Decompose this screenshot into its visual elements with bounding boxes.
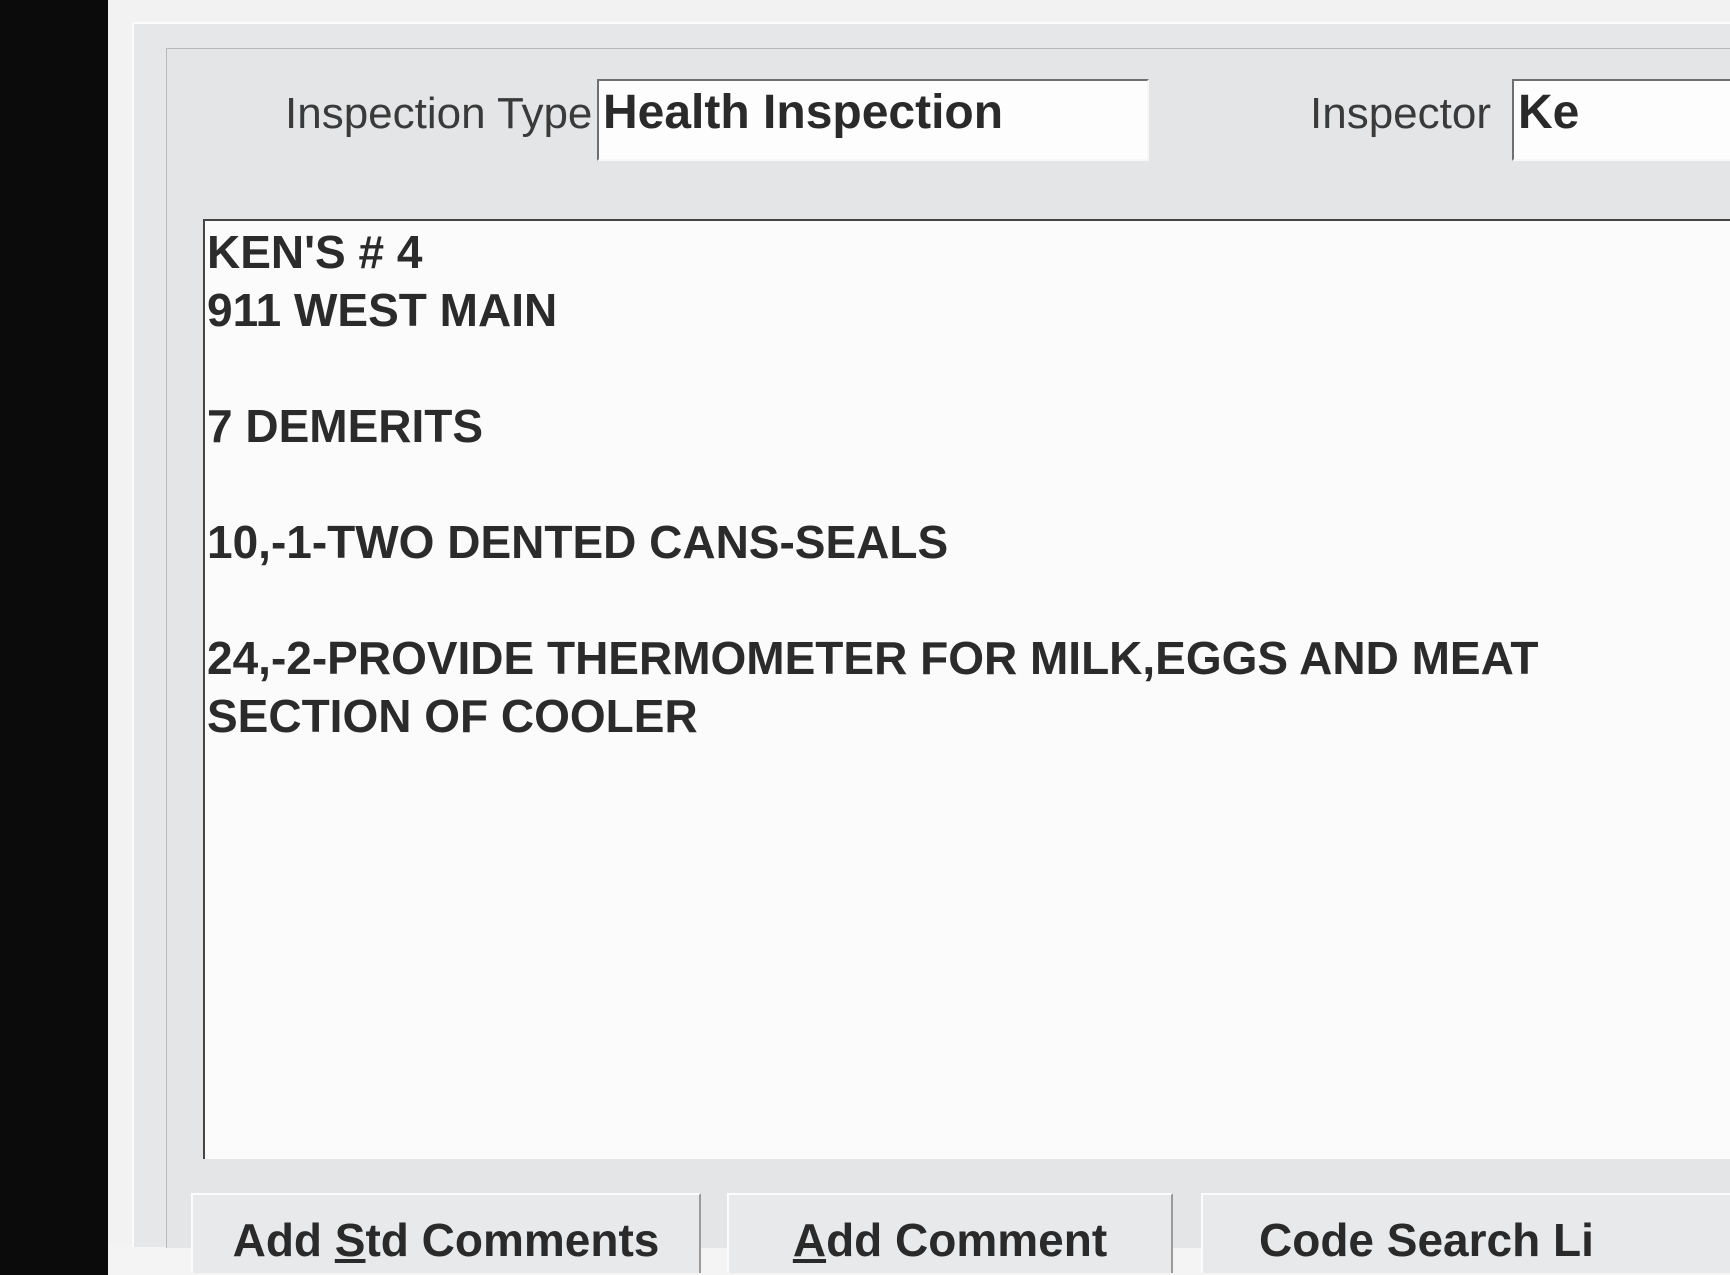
comment-line: 10,-1-TWO DENTED CANS-SEALS (207, 516, 949, 568)
inspection-panel: Inspection Type Health Inspection Inspec… (166, 48, 1730, 1273)
comment-blank-line (207, 571, 1730, 629)
add-comment-label-post: dd Comment (826, 1214, 1108, 1266)
comment-line: SECTION OF COOLER (207, 690, 698, 742)
add-comment-accelerator: A (792, 1214, 827, 1266)
add-comment-button[interactable]: Add Comment (727, 1193, 1173, 1273)
add-std-comments-label-post: td Comments (365, 1214, 660, 1266)
inspector-field[interactable]: Ke (1512, 79, 1730, 161)
comments-textarea[interactable]: KEN'S # 4 911 WEST MAIN 7 DEMERITS 10,-1-TW… (203, 219, 1730, 1159)
comment-blank-line (207, 455, 1730, 513)
inspection-window: Inspection Type Health Inspection Inspec… (132, 22, 1730, 1273)
scanned-page: Inspection Type Health Inspection Inspec… (108, 0, 1730, 1273)
inspector-label: Inspector (1310, 89, 1491, 138)
add-std-comments-label-pre: Add (232, 1214, 335, 1266)
scan-border-left (0, 0, 108, 1275)
add-std-comments-button[interactable]: Add Std Comments (191, 1193, 701, 1273)
comment-line: KEN'S # 4 (207, 226, 423, 278)
code-search-button[interactable]: Code Search Li (1201, 1193, 1730, 1273)
inspection-type-label: Inspection Type (285, 89, 593, 138)
comment-line: 7 DEMERITS (207, 400, 484, 452)
comment-blank-line (207, 339, 1730, 397)
inspection-type-field[interactable]: Health Inspection (597, 79, 1149, 161)
comment-line: 24,-2-PROVIDE THERMOMETER FOR MILK,EGGS … (207, 632, 1539, 684)
comment-line: 911 WEST MAIN (207, 284, 558, 336)
add-std-comments-accelerator: S (334, 1214, 366, 1266)
